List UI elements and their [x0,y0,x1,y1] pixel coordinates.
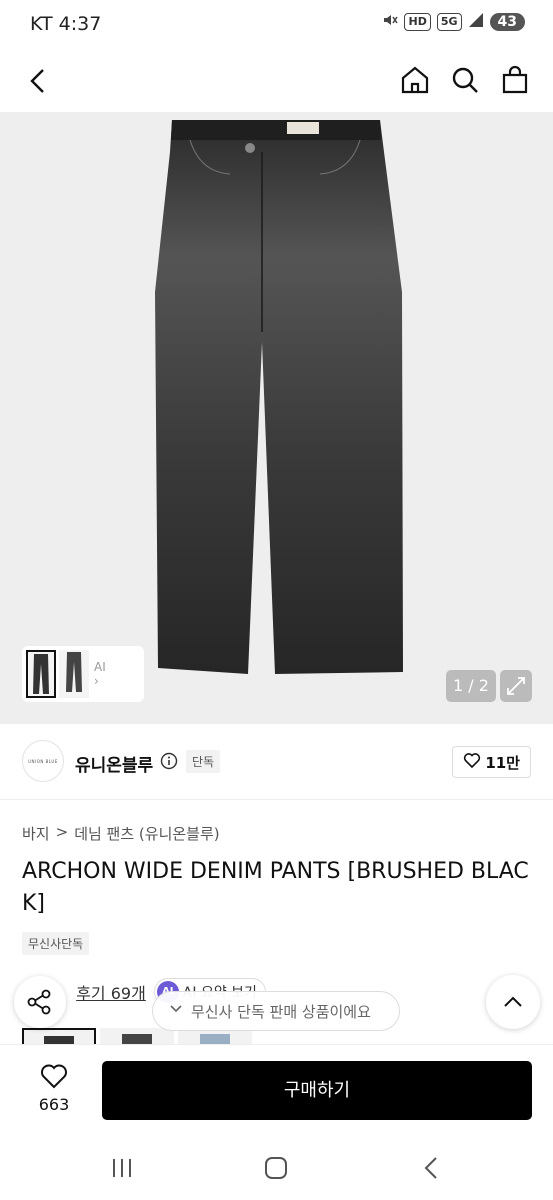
brand-like-button[interactable]: 11만 [452,746,531,778]
exclusive-tag: 무신사단독 [22,932,90,955]
heart-icon [41,1064,67,1089]
wishlist-button[interactable]: 663 [30,1063,78,1114]
variant-option[interactable] [100,1028,174,1044]
system-nav-bar [0,1134,553,1200]
brand-like-count: 11만 [485,753,520,772]
review-link[interactable]: 후기 69개 [76,980,146,1004]
expand-button[interactable] [500,670,532,702]
top-app-bar [0,50,553,112]
chevron-left-icon[interactable] [22,64,56,98]
thumbnail-ai-label: AI [94,660,106,674]
thumbnail-ai-arrow: › [94,674,99,688]
mute-icon [382,12,399,32]
status-icons: HD 5G 43 [382,12,525,32]
thumbnail-strip[interactable]: AI › [22,646,144,702]
brand-row: UNION BLUE 유니온블루 단독 11만 [0,724,553,800]
product-image [155,120,403,674]
breadcrumb-subcategory[interactable]: 데님 팬츠 (유니온블루) [74,823,219,844]
shopping-bag-icon[interactable] [499,64,531,96]
chevron-up-icon [504,996,522,1007]
variant-image [122,1034,152,1044]
home-icon[interactable] [399,64,431,96]
carrier-time: KT 4:37 [30,13,102,35]
network-badge: 5G [436,13,462,31]
thumbnail-2[interactable] [59,650,89,698]
product-image-gallery[interactable]: AI › 1 / 2 [0,112,553,724]
breadcrumb: 바지 > 데님 팬츠 (유니온블루) [22,823,220,844]
brand-logo[interactable]: UNION BLUE [22,740,64,782]
back-nav-icon[interactable] [418,1154,446,1182]
thumbnail-1[interactable] [26,650,56,698]
hd-badge: HD [404,13,431,31]
thumbnail-image [33,654,49,694]
chevron-down-icon [169,1002,183,1020]
status-bar: KT 4:37 HD 5G 43 [0,0,553,50]
signal-icon [468,12,484,32]
exclusive-toast: 무신사 단독 판매 상품이에요 [152,991,400,1031]
wishlist-count: 663 [38,1095,70,1114]
share-button[interactable] [14,976,66,1028]
breadcrumb-category[interactable]: 바지 [22,823,50,844]
thumbnail-ai[interactable]: AI › [92,660,106,688]
image-page-counter: 1 / 2 [446,670,496,702]
home-nav-icon[interactable] [262,1154,290,1182]
heart-icon [463,751,481,773]
search-icon[interactable] [449,64,481,96]
expand-icon [507,677,525,695]
toast-message: 무신사 단독 판매 상품이에요 [191,1002,371,1021]
variant-option[interactable] [22,1028,96,1044]
thumbnail-image [66,652,82,692]
brand-name[interactable]: 유니온블루 [75,751,153,776]
battery-indicator: 43 [489,13,525,31]
variant-image [44,1036,74,1044]
breadcrumb-separator: > [55,823,69,841]
product-title: ARCHON WIDE DENIM PANTS [BRUSHED BLACK] [22,859,529,916]
recent-apps-icon[interactable] [108,1154,136,1182]
share-icon [27,989,51,1015]
purchase-bar: 663 구매하기 [0,1044,553,1134]
info-icon[interactable] [160,752,178,770]
exclusive-badge: 단독 [186,750,221,773]
scroll-top-button[interactable] [486,975,540,1029]
buy-button[interactable]: 구매하기 [102,1061,532,1120]
